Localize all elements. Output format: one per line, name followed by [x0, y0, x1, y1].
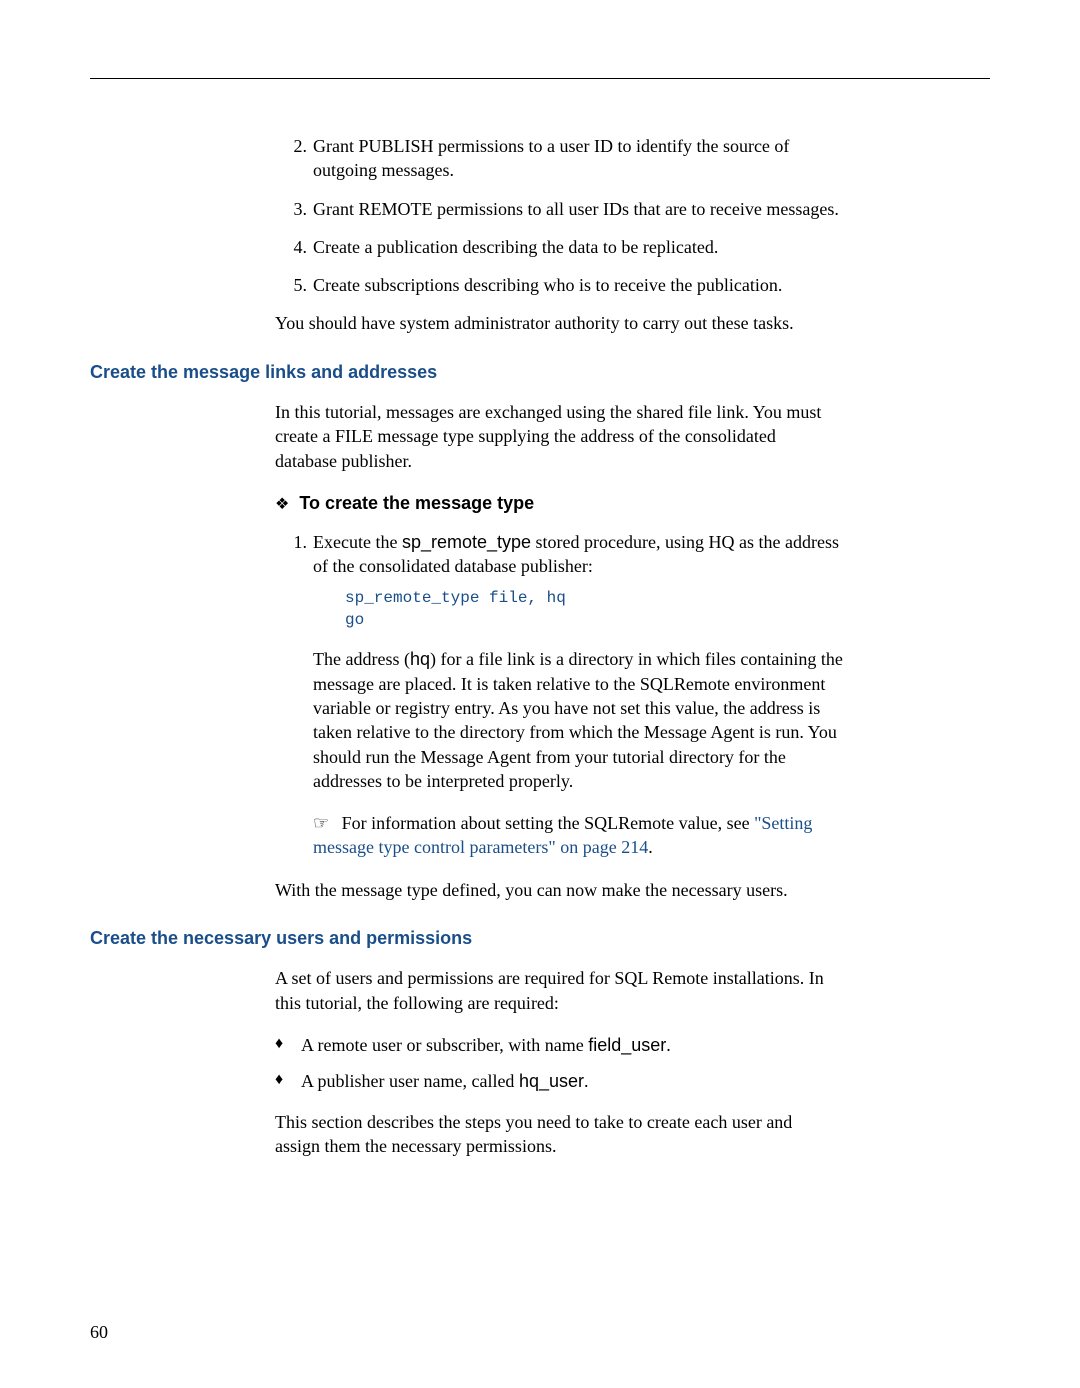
ordered-item-1: 1. Execute the sp_remote_type stored pro… — [275, 530, 990, 579]
bullet-text: A remote user or subscriber, with name ﬁ… — [301, 1033, 990, 1057]
ordered-item-4: 4. Create a publication describing the d… — [275, 235, 990, 259]
inline-code: ﬁeld_user — [588, 1035, 666, 1055]
ordered-item-3: 3. Grant REMOTE permissions to all user … — [275, 197, 990, 221]
bullet-text: A publisher user name, called hq_user. — [301, 1069, 990, 1093]
list-text: Execute the sp_remote_type stored proced… — [313, 530, 990, 579]
list-number: 1. — [275, 530, 313, 579]
inline-code: hq_user — [519, 1071, 584, 1091]
list-text: Create a publication describing the data… — [313, 235, 990, 259]
paragraph: In this tutorial, messages are exchanged… — [275, 400, 990, 473]
list-text: Grant REMOTE permissions to all user IDs… — [313, 197, 990, 221]
inline-code: hq — [410, 649, 430, 669]
list-number: 3. — [275, 197, 313, 221]
bullet-item: ♦ A remote user or subscriber, with name… — [275, 1033, 990, 1057]
paragraph: A set of users and permissions are requi… — [275, 966, 990, 1015]
list-number: 4. — [275, 235, 313, 259]
diamond-bullet-icon: ♦ — [275, 1033, 301, 1057]
cross-reference-link[interactable]: "Setting — [754, 813, 812, 833]
paragraph: This section describes the steps you nee… — [275, 1110, 990, 1159]
paragraph: With the message type defined, you can n… — [275, 878, 990, 902]
list-number: 2. — [275, 134, 313, 183]
list-number: 5. — [275, 273, 313, 297]
pointer-icon: ☞ — [313, 813, 337, 833]
page-number: 60 — [90, 1320, 108, 1344]
code-block: sp_remote_type file, hq go — [345, 588, 990, 631]
ordered-item-2: 2. Grant PUBLISH permissions to a user I… — [275, 134, 990, 183]
list-text: Create subscriptions describing who is t… — [313, 273, 990, 297]
paragraph: You should have system administrator aut… — [275, 311, 990, 335]
diamond-bullet-icon: ❖ — [275, 494, 299, 516]
top-divider — [90, 78, 990, 79]
procedure-title: To create the message type — [299, 491, 534, 515]
ordered-item-5: 5. Create subscriptions describing who i… — [275, 273, 990, 297]
procedure-heading: ❖ To create the message type — [275, 491, 990, 516]
section-heading-users: Create the necessary users and permissio… — [90, 926, 990, 950]
inline-code: sp_remote_type — [402, 532, 531, 552]
see-also-paragraph: ☞ For information about setting the SQLR… — [313, 811, 990, 860]
paragraph: The address (hq) for a file link is a di… — [313, 647, 990, 793]
list-text: Grant PUBLISH permissions to a user ID t… — [313, 134, 990, 183]
section-heading-links: Create the message links and addresses — [90, 360, 990, 384]
cross-reference-link[interactable]: message type control parameters" on page… — [313, 837, 648, 857]
diamond-bullet-icon: ♦ — [275, 1069, 301, 1093]
bullet-item: ♦ A publisher user name, called hq_user. — [275, 1069, 990, 1093]
